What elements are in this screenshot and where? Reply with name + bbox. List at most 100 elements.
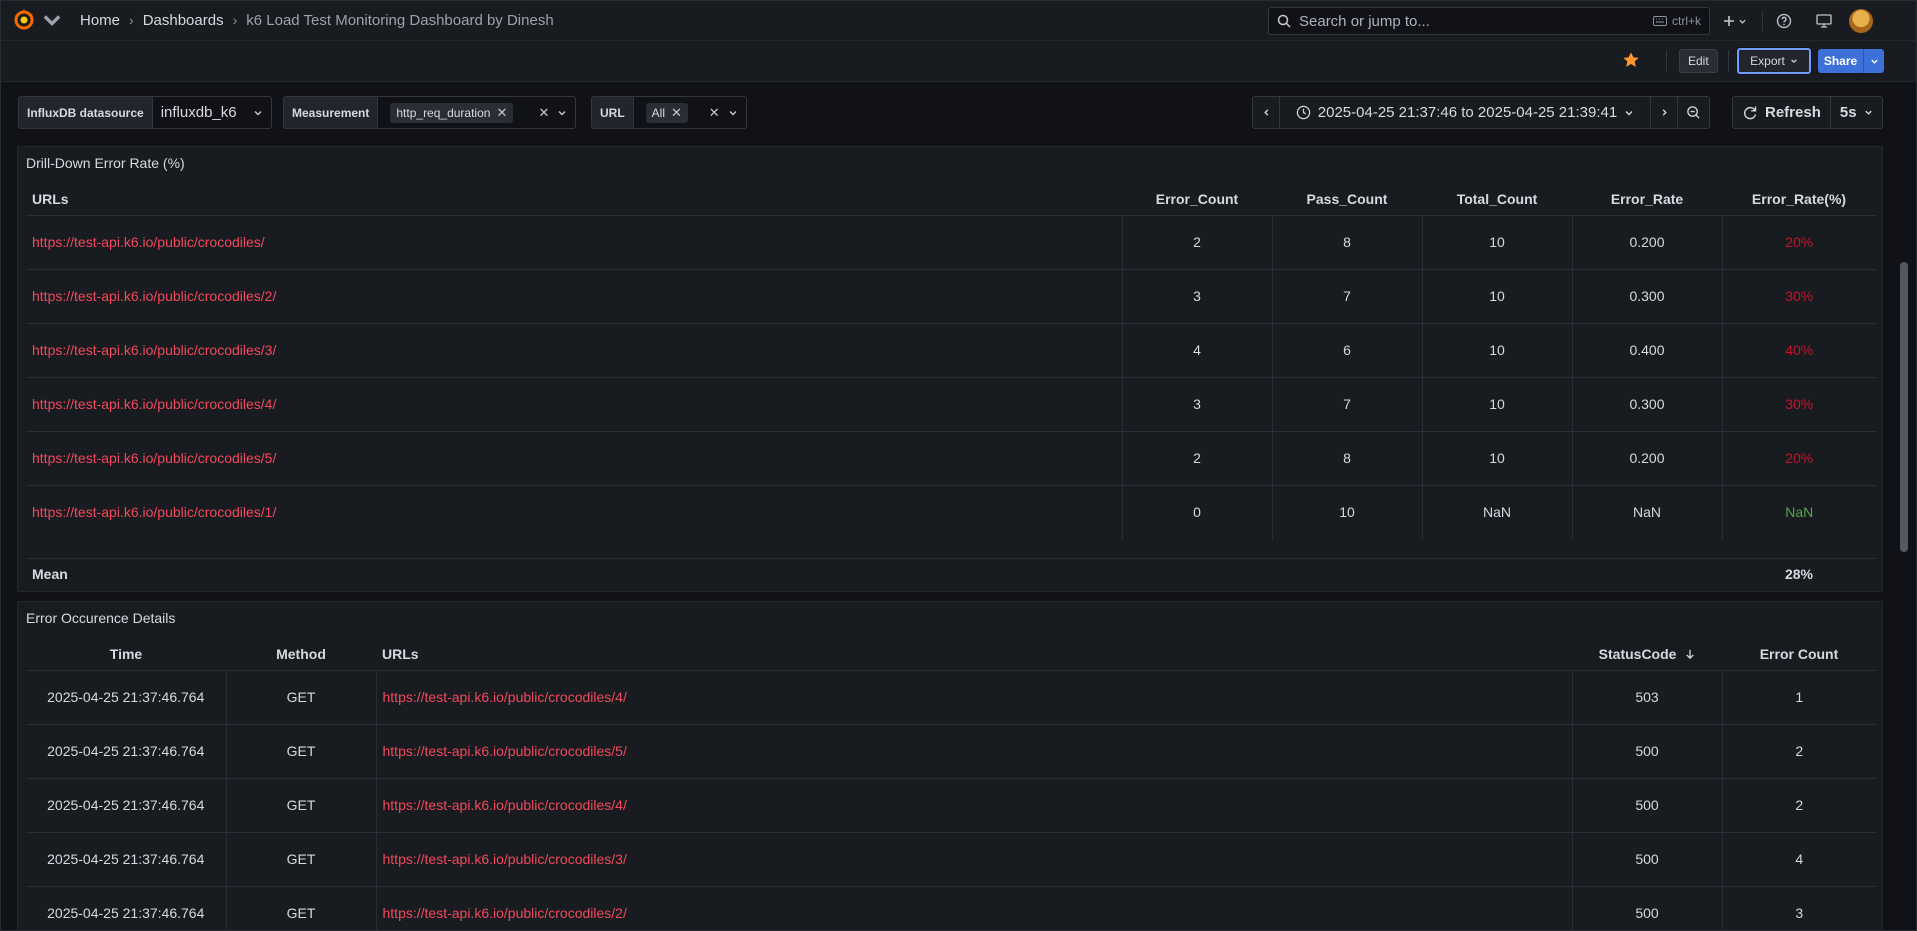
grafana-logo-menu[interactable] xyxy=(12,8,64,32)
column-header[interactable]: URLs xyxy=(26,184,1122,216)
page-scrollbar[interactable] xyxy=(1900,262,1908,552)
error-count-cell: 0 xyxy=(1121,485,1272,539)
drill-down-error-rate-panel: Drill-Down Error Rate (%) URLs Error_Cou… xyxy=(17,146,1883,592)
edit-button[interactable]: Edit xyxy=(1679,49,1718,73)
measurement-select[interactable]: http_req_duration ✕ ✕ xyxy=(377,96,577,129)
clear-icon[interactable]: ✕ xyxy=(709,105,720,121)
refresh-button[interactable]: Refresh xyxy=(1732,96,1831,129)
pass-count-cell: 8 xyxy=(1271,215,1422,270)
variable-label: URL xyxy=(591,96,633,129)
datasource-select[interactable]: influxdb_k6 xyxy=(151,96,272,129)
url-select[interactable]: All ✕ ✕ xyxy=(632,96,747,129)
column-header[interactable]: Error Count xyxy=(1722,639,1876,671)
table-row: https://test-api.k6.io/public/crocodiles… xyxy=(26,323,1876,378)
time-shift-back-button[interactable] xyxy=(1252,96,1280,129)
chevron-down-icon xyxy=(729,110,737,115)
error-rate-cell: 0.300 xyxy=(1571,269,1722,324)
chip-label: http_req_duration xyxy=(396,105,491,120)
user-avatar[interactable] xyxy=(1849,9,1873,33)
share-dropdown-button[interactable] xyxy=(1864,49,1884,73)
url-cell: https://test-api.k6.io/public/crocodiles… xyxy=(26,269,1122,324)
url-link[interactable]: https://test-api.k6.io/public/crocodiles… xyxy=(383,905,627,921)
url-link[interactable]: https://test-api.k6.io/public/crocodiles… xyxy=(383,743,627,759)
url-cell: https://test-api.k6.io/public/crocodiles… xyxy=(375,778,1572,833)
panel-title[interactable]: Drill-Down Error Rate (%) xyxy=(26,155,185,171)
star-icon[interactable] xyxy=(1622,51,1640,69)
status-code-cell: 500 xyxy=(1571,724,1722,779)
search-input[interactable]: Search or jump to... ctrl+k xyxy=(1268,7,1710,35)
error-count-cell: 3 xyxy=(1121,377,1272,432)
url-link[interactable]: https://test-api.k6.io/public/crocodiles… xyxy=(383,689,627,705)
chevron-left-icon xyxy=(1263,109,1268,116)
url-link[interactable]: https://test-api.k6.io/public/crocodiles… xyxy=(32,288,276,304)
refresh-picker: Refresh 5s xyxy=(1732,96,1883,129)
table-header-row: Time Method URLs StatusCode Error Count xyxy=(26,639,1876,671)
table-row: 2025-04-25 21:37:46.764 GET https://test… xyxy=(26,778,1876,833)
column-header[interactable]: URLs xyxy=(376,639,1572,671)
total-count-cell: 10 xyxy=(1421,269,1572,324)
error-count-cell: 1 xyxy=(1721,670,1876,725)
variable-label: InfluxDB datasource xyxy=(18,96,152,129)
chevron-down-icon xyxy=(1739,19,1746,24)
column-header[interactable]: Total_Count xyxy=(1422,184,1572,216)
search-icon xyxy=(1277,14,1291,28)
chip-label: All xyxy=(651,105,666,120)
breadcrumb-dashboards[interactable]: Dashboards xyxy=(143,12,224,29)
url-link[interactable]: https://test-api.k6.io/public/crocodiles… xyxy=(32,342,276,358)
column-header[interactable]: Error_Rate xyxy=(1572,184,1722,216)
method-cell: GET xyxy=(225,832,376,887)
status-code-cell: 500 xyxy=(1571,832,1722,887)
url-link[interactable]: https://test-api.k6.io/public/crocodiles… xyxy=(383,797,627,813)
time-shift-forward-button[interactable] xyxy=(1650,96,1678,129)
error-count-cell: 3 xyxy=(1121,269,1272,324)
clear-icon[interactable]: ✕ xyxy=(538,105,549,121)
chip-remove-icon[interactable]: ✕ xyxy=(496,105,507,121)
share-button[interactable]: Share xyxy=(1818,49,1864,73)
url-cell: https://test-api.k6.io/public/crocodiles… xyxy=(26,323,1122,378)
breadcrumb: Home › Dashboards › k6 Load Test Monitor… xyxy=(80,12,554,29)
url-cell: https://test-api.k6.io/public/crocodiles… xyxy=(375,670,1572,725)
divider xyxy=(1728,50,1729,72)
keyboard-icon xyxy=(1652,16,1667,26)
method-cell: GET xyxy=(225,778,376,833)
time-picker: 2025-04-25 21:37:46 to 2025-04-25 21:39:… xyxy=(1252,96,1710,129)
zoom-out-icon xyxy=(1687,106,1700,119)
kiosk-mode-button[interactable] xyxy=(1813,8,1835,34)
chevron-down-icon xyxy=(1870,59,1878,64)
error-occurrence-table: Time Method URLs StatusCode Error Count … xyxy=(26,639,1876,931)
top-navigation-bar: Home › Dashboards › k6 Load Test Monitor… xyxy=(0,0,1917,41)
help-button[interactable] xyxy=(1773,8,1795,34)
error-rate-cell: 0.200 xyxy=(1571,431,1722,486)
chevron-down-icon xyxy=(1791,59,1797,64)
url-link[interactable]: https://test-api.k6.io/public/crocodiles… xyxy=(32,504,276,520)
error-rate-pct-cell: 30% xyxy=(1721,269,1876,324)
url-link[interactable]: https://test-api.k6.io/public/crocodiles… xyxy=(383,851,627,867)
share-button-group: Share xyxy=(1818,49,1884,73)
table-footer-row: Mean 28% xyxy=(26,558,1876,589)
column-header-sorted[interactable]: StatusCode xyxy=(1572,639,1722,671)
pass-count-cell: 6 xyxy=(1271,323,1422,378)
panel-title[interactable]: Error Occurence Details xyxy=(26,610,175,626)
chevron-right-icon xyxy=(1662,109,1667,116)
time-cell: 2025-04-25 21:37:46.764 xyxy=(26,670,226,725)
column-header[interactable]: Time xyxy=(26,639,226,671)
url-link[interactable]: https://test-api.k6.io/public/crocodiles… xyxy=(32,234,265,250)
variable-url: URL All ✕ ✕ xyxy=(591,96,747,129)
column-header[interactable]: Pass_Count xyxy=(1272,184,1422,216)
status-code-cell: 500 xyxy=(1571,886,1722,931)
column-header[interactable]: Error_Count xyxy=(1122,184,1272,216)
chevron-down-icon xyxy=(254,110,262,115)
url-link[interactable]: https://test-api.k6.io/public/crocodiles… xyxy=(32,396,276,412)
refresh-interval-select[interactable]: 5s xyxy=(1830,96,1883,129)
url-cell: https://test-api.k6.io/public/crocodiles… xyxy=(375,724,1572,779)
zoom-out-button[interactable] xyxy=(1678,96,1710,129)
new-menu-button[interactable] xyxy=(1718,8,1752,34)
url-link[interactable]: https://test-api.k6.io/public/crocodiles… xyxy=(32,450,276,466)
time-range-button[interactable]: 2025-04-25 21:37:46 to 2025-04-25 21:39:… xyxy=(1280,96,1650,129)
breadcrumb-home[interactable]: Home xyxy=(80,12,120,29)
column-header[interactable]: Error_Rate(%) xyxy=(1722,184,1876,216)
export-button[interactable]: Export xyxy=(1737,48,1811,74)
total-count-cell: 10 xyxy=(1421,377,1572,432)
chip-remove-icon[interactable]: ✕ xyxy=(671,105,682,121)
column-header[interactable]: Method xyxy=(226,639,376,671)
